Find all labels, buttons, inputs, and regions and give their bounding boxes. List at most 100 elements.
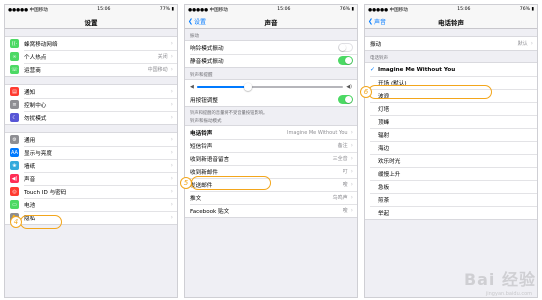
row-value: 叮 (342, 169, 348, 175)
volume-thumb[interactable] (244, 82, 253, 91)
clock: 15:06 (457, 7, 471, 12)
settings-row[interactable]: ❀ 墙纸 › (5, 159, 177, 172)
row-value: 中国移动 (147, 67, 168, 73)
section-header-ringtones: 电话铃声 (370, 56, 388, 61)
settings-row[interactable]: ☾ 勿扰模式 › (5, 111, 177, 124)
row-label: 显示与亮度 (24, 150, 52, 157)
row-label: Touch ID 与密码 (24, 189, 67, 196)
ringtone-name: 煎茶 (378, 197, 390, 204)
settings-row[interactable]: AA 显示与亮度 › (5, 146, 177, 159)
vibrate-on-ring-toggle[interactable] (338, 43, 353, 52)
sound-pattern-row[interactable]: 收到新邮件 叮 › (185, 165, 357, 178)
row-label: Facebook 贴文 (190, 208, 230, 215)
row-value: 三全音 (332, 156, 348, 162)
row-label: 运营商 (24, 67, 41, 74)
sound-pattern-row[interactable]: 推文 鸟鸣声 › (185, 191, 357, 204)
sound-pattern-row[interactable]: 短信铃声 备注 › (185, 139, 357, 152)
row-label: 通用 (24, 137, 36, 144)
sound-pattern-row[interactable]: 收到新语音留言 三全音 › (185, 152, 357, 165)
ringtone-name: 缓慢上升 (378, 171, 401, 178)
callout-badge-5: 5 (180, 177, 192, 189)
settings-row[interactable]: ◎ Touch ID 与密码 › (5, 185, 177, 198)
ringtone-item[interactable]: 海边 (365, 141, 537, 154)
status-bar: ●●●●● 中国移动 15:06 77% ▮ (5, 5, 177, 14)
row-label: 收到新邮件 (190, 169, 218, 176)
row-label: 电话铃声 (190, 130, 213, 137)
chevron-right-icon: › (350, 207, 353, 214)
chevron-right-icon: › (170, 66, 173, 73)
vibration-row[interactable]: 振动 默认 › (365, 37, 537, 50)
sounds-screen: ●●●●● 中国移动 15:06 76% ▮ ❮ 设置 声音 振动 响铃模式振动… (184, 4, 358, 298)
ringer-group: ◀ ◀) 用按钮调整 (185, 79, 357, 107)
settings-row[interactable]: ☏ 运营商 中国移动 › (5, 63, 177, 76)
ringtone-item[interactable]: 灯塔 (365, 102, 537, 115)
row-label: 隐私 (24, 215, 36, 222)
status-bar: ●●●●● 中国移动 15:06 76% ▮ (365, 5, 537, 14)
ringtone-name: 辐射 (378, 132, 390, 139)
ringtone-name: 开场 (默认) (378, 80, 407, 87)
ringtone-item[interactable]: 缓慢上升 (365, 167, 537, 180)
settings-row[interactable]: ◀) 声音 › (5, 172, 177, 185)
nav-bar: ❮ 设置 声音 (185, 14, 357, 29)
row-value: 关闭 (157, 54, 168, 60)
vibrate-on-silent-toggle[interactable] (338, 56, 353, 65)
sound-pattern-row[interactable]: 电话铃声 Imagine Me Without You › (185, 126, 357, 139)
notifications-icon: ▤ (10, 87, 19, 96)
ringtone-screen: ●●●●● 中国移动 15:06 76% ▮ ❮ 声音 电话铃声 振动 默认 ›… (364, 4, 538, 298)
settings-row[interactable]: ✋隐私› (5, 211, 177, 224)
change-with-buttons-toggle[interactable] (338, 95, 353, 104)
vibrate-on-ring-row: 响铃模式振动 (185, 41, 357, 54)
ringtone-item[interactable]: 开场 (默认) (365, 76, 537, 89)
settings-row[interactable]: ⚙ 通用 › (5, 133, 177, 146)
ringtone-item[interactable]: 举起 (365, 206, 537, 219)
row-label: 静音模式振动 (190, 58, 224, 65)
ringtone-name: 顶峰 (378, 119, 390, 126)
ringtone-item-selected[interactable]: ✓ Imagine Me Without You (365, 63, 537, 76)
chevron-right-icon: › (170, 149, 173, 156)
chevron-right-icon: › (350, 155, 353, 162)
wallpaper-icon: ❀ (10, 161, 19, 170)
battery-indicator: 77% ▮ (159, 7, 174, 12)
row-label: 通知 (24, 89, 36, 96)
row-label: 发送邮件 (190, 182, 213, 189)
row-label: 控制中心 (24, 102, 47, 109)
chevron-right-icon: › (350, 168, 353, 175)
change-with-buttons-row: 用按钮调整 (185, 93, 357, 106)
chevron-right-icon: › (170, 114, 173, 121)
settings-row[interactable]: ▭ 电池 › (5, 198, 177, 211)
ringtone-item[interactable]: 欢乐时光 (365, 154, 537, 167)
settings-row[interactable]: ∞ 个人热点 关闭 › (5, 50, 177, 63)
ringtone-name: 欢乐时光 (378, 158, 401, 165)
ringtone-item[interactable]: 急板 (365, 180, 537, 193)
checkmark-icon: ✓ (370, 66, 376, 73)
ringtone-name: 举起 (378, 210, 390, 217)
ringtone-item[interactable]: 顶峰 (365, 115, 537, 128)
vibrate-on-silent-row: 静音模式振动 (185, 54, 357, 67)
row-value: 嗖 (342, 182, 348, 188)
ringer-footer: 铃声和提醒的音量将不受音量按钮影响。 (190, 111, 268, 116)
sound-pattern-row[interactable]: Facebook 贴文 嗖 › (185, 204, 357, 217)
row-label: 响铃模式振动 (190, 45, 224, 52)
settings-row[interactable]: ≡ 控制中心 › (5, 98, 177, 111)
volume-fill (196, 85, 249, 88)
chevron-right-icon: › (170, 175, 173, 182)
row-label: 个人热点 (24, 54, 47, 61)
volume-slider[interactable] (196, 82, 344, 91)
ringtone-name: Imagine Me Without You (378, 66, 456, 73)
settings-row[interactable]: ((· 蜂窝移动网络 › (5, 37, 177, 50)
chevron-right-icon: › (350, 194, 353, 201)
volume-slider-row: ◀ ◀) (185, 80, 357, 93)
settings-row[interactable]: ▤ 通知 › (5, 85, 177, 98)
ringtone-name: 急板 (378, 184, 390, 191)
ringtone-item[interactable]: 辐射 (365, 128, 537, 141)
vibrate-group: 响铃模式振动 静音模式振动 (185, 40, 357, 68)
vibration-group: 振动 默认 › (365, 36, 537, 51)
page-title: 声音 (264, 19, 278, 27)
chevron-right-icon: › (170, 214, 173, 221)
row-value: 鸟鸣声 (332, 195, 348, 201)
carrier-label: ●●●●● 中国移动 (368, 7, 408, 13)
section-header-vibrate: 振动 (190, 34, 199, 39)
ringtone-item[interactable]: 煎茶 (365, 193, 537, 206)
sound-pattern-row[interactable]: 发送邮件 嗖 › (185, 178, 357, 191)
ringtone-item[interactable]: 波浪 (365, 89, 537, 102)
